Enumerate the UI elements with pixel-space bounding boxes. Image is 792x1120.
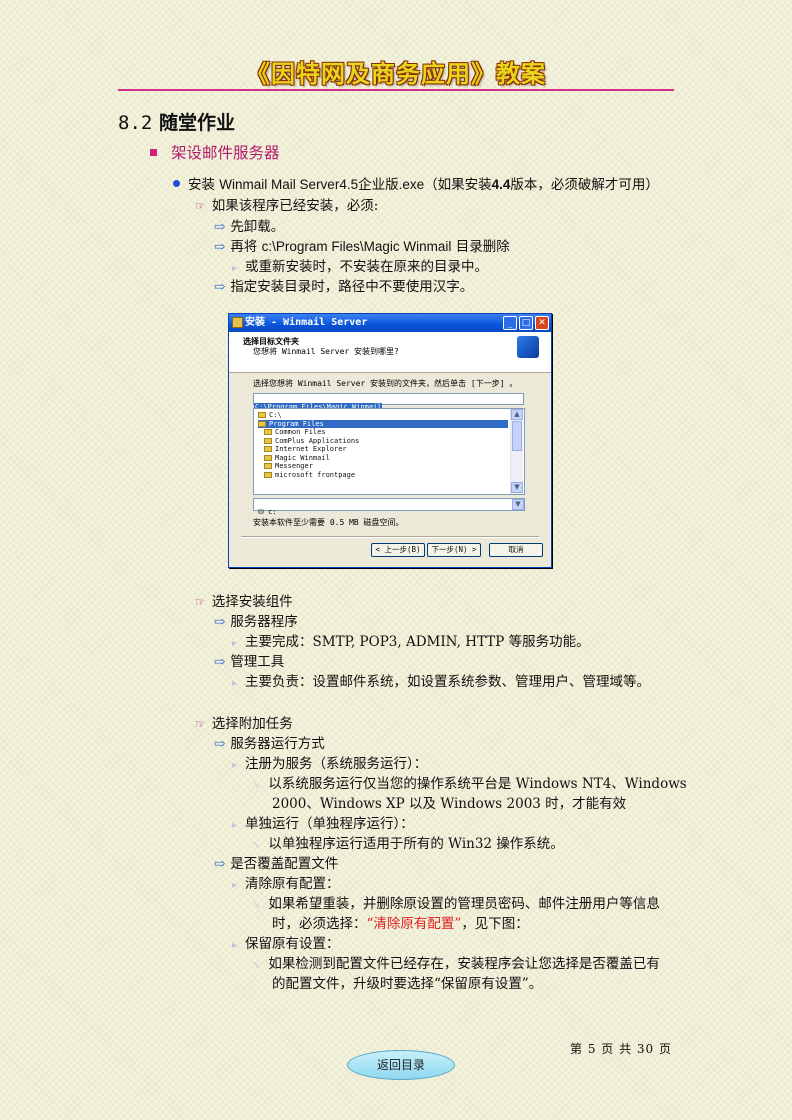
component-admin: ⇨ 管理工具 [214,654,285,670]
task-keep: ▸ 保留原有设置： [232,936,340,952]
installed-lead: ☞ 如果该程序已经安装，必须: [195,198,379,214]
minimize-icon[interactable]: _ [503,316,517,330]
component-server: ⇨ 服务器程序 [214,614,298,630]
pointing-hand-icon: ☞ [195,199,206,213]
path-input[interactable]: C:\Program Files\Magic Winmail [253,393,524,411]
section-heading: 8.2 随堂作业 [118,108,235,135]
back-to-contents-button[interactable]: 返回目录 [347,1050,455,1080]
small-arrow-bullet-icon: ↘ [252,960,261,971]
list-item[interactable]: Program Files [258,419,508,428]
task-as-service: ▸ 注册为服务（系统服务运行）： [232,756,428,772]
task-run-mode: ⇨ 服务器运行方式 [214,736,325,752]
component-admin-desc: ▸ 主要负责：设置邮件系统，如设置系统参数、管理用户、管理域等。 [232,674,651,690]
drive-value: ⛁ c: [258,508,277,516]
maximize-icon[interactable]: □ [519,316,533,330]
arrow-bullet-icon: ⇨ [214,219,226,235]
small-arrow-bullet-icon: ↘ [252,900,261,911]
task-clear-desc: ↘ 如果希望重装，并删除原设置的管理员密码、邮件注册用户等信息 [252,896,660,912]
task-keep-desc-cont: 的配置文件，升级时要选择“保留原有设置”。 [272,976,543,992]
list-item[interactable]: Magic Winmail [264,454,514,462]
page-number: 第 5 页 共 30 页 [570,1042,672,1056]
folder-icon [264,429,272,435]
installer-dialog: 安装 - Winmail Server _ □ ✕ 选择目标文件夹 您想将 Wi… [228,313,552,568]
small-arrow-bullet-icon: ↘ [252,780,261,791]
triangle-bullet-icon: ▸ [232,678,238,689]
folder-icon [264,437,272,444]
triangle-bullet-icon: ▸ [232,880,238,891]
folder-icon [264,446,272,452]
install-line: 安装 Winmail Mail Server4.5企业版.exe（如果安装4.4… [173,175,659,195]
drive-select[interactable]: ⛁ c: ▼ [253,498,525,516]
step-delete-dir-sub: ▸ 或重新安装时，不安装在原来的目录中。 [232,259,489,275]
space-note: 安装本软件至少需要 0.5 MB 磁盘空间。 [253,518,404,527]
next-button[interactable]: 下一步(N) > [427,543,481,557]
arrow-bullet-icon: ⇨ [214,239,226,255]
arrow-bullet-icon: ⇨ [214,856,226,872]
list-item[interactable]: Common Files [264,428,514,436]
components-lead: ☞ 选择安装组件 [195,594,293,610]
open-folder-icon [258,420,266,427]
triangle-bullet-icon: ▸ [232,760,238,771]
scroll-down-icon[interactable]: ▼ [511,482,523,493]
list-item[interactable]: ComPlus Applications [264,437,514,445]
folder-icon [264,454,272,461]
arrow-bullet-icon: ⇨ [214,654,226,670]
dialog-separator [241,536,539,538]
dialog-header: 选择目标文件夹 您想将 Winmail Server 安装到哪里? [229,332,551,373]
section-number: 8.2 [118,112,153,134]
list-item[interactable]: C:\ [258,411,508,419]
task-standalone: ▸ 单独运行（单独程序运行）： [232,816,414,832]
cancel-button[interactable]: 取消 [489,543,543,557]
task-standalone-desc: ↘ 以单独程序运行适用于所有的 Win32 操作系统。 [252,836,564,852]
arrow-bullet-icon: ⇨ [214,736,226,752]
small-arrow-bullet-icon: ↘ [252,840,261,851]
heading-mail-server: 架设邮件服务器 [150,143,280,163]
header-title: 《因特网及商务应用》教案 [246,60,546,88]
task-as-service-desc: ↘ 以系统服务运行仅当您的操作系统平台是 Windows NT4、Windows [252,776,687,792]
scroll-thumb[interactable] [512,421,522,451]
triangle-bullet-icon: ▸ [232,940,238,951]
arrow-bullet-icon: ⇨ [214,279,226,295]
chevron-down-icon[interactable]: ▼ [512,499,524,510]
back-button[interactable]: < 上一步(B) [371,543,425,557]
scroll-up-icon[interactable]: ▲ [511,409,523,420]
pointing-hand-icon: ☞ [195,717,206,731]
triangle-bullet-icon: ▸ [232,263,238,274]
tasks-lead: ☞ 选择附加任务 [195,716,293,732]
pointing-hand-icon: ☞ [195,595,206,609]
task-as-service-desc-cont: 2000、Windows XP 以及 Windows 2003 时，才能有效 [272,796,627,812]
circle-bullet-icon [173,180,180,187]
square-bullet-icon [150,149,157,156]
task-clear: ▸ 清除原有配置： [232,876,340,892]
step-path-note: ⇨ 指定安装目录时，路径中不要使用汉字。 [214,279,474,295]
task-overwrite: ⇨ 是否覆盖配置文件 [214,856,339,872]
triangle-bullet-icon: ▸ [232,638,238,649]
dialog-prompt: 选择您想将 Winmail Server 安装到的文件夹，然后单击 [下一步] … [253,379,518,388]
list-item[interactable]: microsoft frontpage [264,471,514,479]
folder-list-scrollbar[interactable]: ▲ ▼ [510,409,523,494]
task-clear-desc-cont: 时，必须选择：“清除原有配置”，见下图： [272,916,529,932]
folder-icon [264,463,272,469]
folder-list[interactable]: C:\ Program Files Common Files ComPlus A… [253,408,525,495]
wizard-icon [517,336,539,358]
dialog-title: 安装 - Winmail Server [245,317,368,328]
arrow-bullet-icon: ⇨ [214,614,226,630]
component-server-desc: ▸ 主要完成：SMTP, POP3, ADMIN, HTTP 等服务功能。 [232,634,590,650]
triangle-bullet-icon: ▸ [232,820,238,831]
folder-icon [258,412,266,418]
drive-icon: ⛁ [258,508,264,516]
task-keep-desc: ↘ 如果检测到配置文件已经存在，安装程序会让您选择是否覆盖已有 [252,956,660,972]
step-uninstall: ⇨ 先卸载。 [214,219,285,235]
section-title: 随堂作业 [158,112,235,134]
folder-icon [264,471,272,478]
installer-icon [232,317,243,328]
close-icon[interactable]: ✕ [535,316,549,330]
dialog-head-sub: 您想将 Winmail Server 安装到哪里? [253,347,399,356]
list-item[interactable]: Messenger [264,462,514,470]
list-item[interactable]: Internet Explorer [264,445,514,453]
highlight-clear-config: “清除原有配置” [366,916,462,932]
step-delete-dir: ⇨ 再将 c:\Program Files\Magic Winmail 目录删除 [214,239,510,255]
header-rule [118,89,674,91]
